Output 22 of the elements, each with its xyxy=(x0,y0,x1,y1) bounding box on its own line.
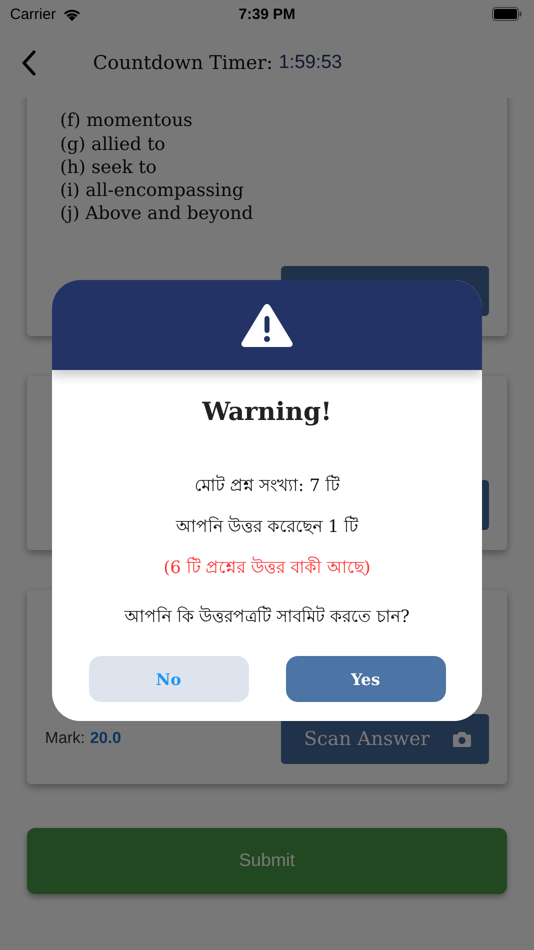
countdown-timer: 1:59:53 xyxy=(278,52,342,74)
dialog-message: আপনি উত্তর করেছেন 1 টি xyxy=(176,514,358,539)
dialog-title: Warning! xyxy=(202,397,332,426)
option-text: (h) seek to xyxy=(60,156,158,180)
back-icon[interactable] xyxy=(22,50,36,76)
camera-icon xyxy=(453,730,471,747)
confirm-button[interactable]: Yes xyxy=(286,656,446,702)
option-text: (g) allied to xyxy=(60,132,166,156)
mark-value: 20.0 xyxy=(90,730,122,748)
warning-icon xyxy=(240,302,294,348)
carrier-label: Carrier xyxy=(10,6,56,22)
header-title: Countdown Timer: xyxy=(93,52,273,74)
dialog-message: মোট প্রশ্ন সংখ্যা: 7 টি xyxy=(194,474,340,498)
status-time: 7:39 PM xyxy=(238,6,296,22)
option-text: (f) momentous xyxy=(60,109,194,133)
mark-label: Mark: xyxy=(45,730,85,748)
option-text: (j) Above and beyond xyxy=(60,202,254,226)
cancel-button[interactable]: No xyxy=(88,656,248,702)
dialog-question: আপনি কি উত্তরপত্রটি সাবমিট করতে চান? xyxy=(124,604,410,629)
dialog-message: (6 টি প্রশ্নের উত্তর বাকী আছে) xyxy=(163,556,371,580)
option-text: (i) all-encompassing xyxy=(60,179,245,202)
submit-button[interactable]: Submit xyxy=(27,828,507,894)
